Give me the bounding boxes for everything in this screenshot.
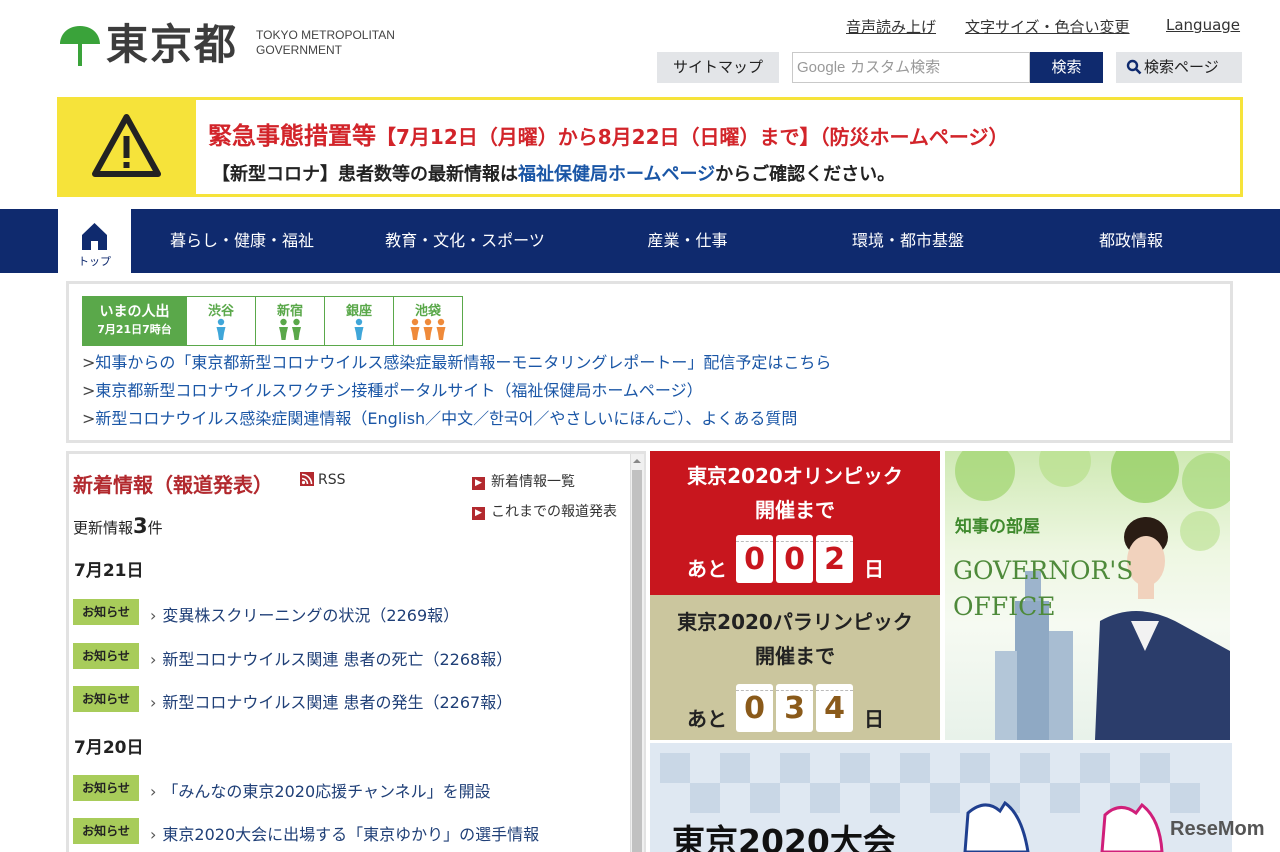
update-count: 更新情報3件 <box>73 514 163 538</box>
nav-item-government[interactable]: 都政情報 <box>1018 209 1244 273</box>
countdown-digit: 0 <box>736 684 773 732</box>
warning-icon <box>92 114 161 177</box>
crowd-area-ikebukuro: 池袋 <box>393 297 462 345</box>
nav-item-industry[interactable]: 産業・仕事 <box>577 209 798 273</box>
logo-text[interactable]: 東京都 <box>106 20 238 70</box>
paralympics-countdown[interactable]: 東京2020パラリンピック 開催まで あと 0 3 4 日 <box>650 595 940 740</box>
people-icons <box>256 318 324 340</box>
governors-office-en: GOVERNOR'S OFFICE <box>953 556 1134 621</box>
news-tag: お知らせ <box>73 643 139 669</box>
alert-title[interactable]: 緊急事態措置等【7月12日（月曜）から8月22日（日曜）まで】（防災ホームページ… <box>208 116 1009 151</box>
news-tag: お知らせ <box>73 686 139 712</box>
arrow-right-icon: ▶ <box>472 477 485 490</box>
news-item[interactable]: › 変異株スクリーニングの状況（2269報） <box>150 602 459 626</box>
nav-item-education[interactable]: 教育・文化・スポーツ <box>353 209 577 273</box>
nav-item-environment[interactable]: 環境・都市基盤 <box>798 209 1018 273</box>
crowd-status-banner[interactable]: いまの人出 7月21日7時台 渋谷 新宿 銀座 池袋 <box>82 296 463 346</box>
crowd-area-shinjuku: 新宿 <box>255 297 324 345</box>
arrow-right-icon: ▶ <box>472 507 485 520</box>
countdown-digit: 0 <box>776 535 813 583</box>
scrollbar-thumb[interactable] <box>632 470 642 852</box>
governors-office-jp: 知事の部屋 <box>955 517 1040 537</box>
welfare-bureau-link[interactable]: 福祉保健局ホームページ <box>518 164 715 185</box>
news-item[interactable]: › 「みんなの東京2020応援チャンネル」を開設 <box>150 778 491 802</box>
crowd-area-ginza: 銀座 <box>324 297 393 345</box>
countdown-digit: 4 <box>816 684 853 732</box>
resemom-watermark: ReseMom <box>1170 818 1265 840</box>
countdown-digit: 2 <box>816 535 853 583</box>
past-press-link[interactable]: ▶ これまでの報道発表 <box>472 501 617 521</box>
people-icons <box>394 318 462 340</box>
people-icons <box>325 318 393 340</box>
rss-link[interactable]: RSS <box>300 472 346 488</box>
news-list-link[interactable]: ▶ 新着情報一覧 <box>472 471 575 491</box>
news-tag: お知らせ <box>73 775 139 801</box>
tokyo-logo-icon[interactable] <box>58 24 102 68</box>
news-date: 7月20日 <box>74 738 144 758</box>
news-date: 7月21日 <box>74 561 144 581</box>
crowd-label: いまの人出 7月21日7時台 <box>83 297 186 345</box>
countdown-digit: 3 <box>776 684 813 732</box>
scroll-up-arrow-icon[interactable] <box>632 456 642 466</box>
people-icons <box>187 318 255 340</box>
nav-home[interactable]: トップ <box>58 209 131 273</box>
news-item[interactable]: › 新型コロナウイルス関連 患者の死亡（2268報） <box>150 646 512 670</box>
news-item[interactable]: › 東京2020大会に出場する「東京ゆかり」の選手情報 <box>150 821 539 845</box>
font-color-settings-link[interactable]: 文字サイズ・色合い変更 <box>965 16 1130 37</box>
news-tag: お知らせ <box>73 599 139 625</box>
logo-english: TOKYO METROPOLITAN GOVERNMENT <box>256 28 395 57</box>
text-to-speech-link[interactable]: 音声読み上げ <box>846 16 936 37</box>
alert-message: 【新型コロナ】患者数等の最新情報は福祉保健局ホームページからご確認ください。 <box>212 164 896 185</box>
games-banner-title: 東京2020大会 <box>672 822 896 852</box>
search-input[interactable]: Google カスタム検索 <box>792 52 1030 83</box>
google-brand: Google <box>797 59 846 76</box>
search-icon <box>1126 59 1142 75</box>
crowd-area-shibuya: 渋谷 <box>186 297 255 345</box>
countdown-digit: 0 <box>736 535 773 583</box>
search-placeholder: カスタム検索 <box>850 58 941 76</box>
covid-related-info-link[interactable]: >新型コロナウイルス感染症関連情報（English／中文／한국어／やさしいにほん… <box>82 405 797 429</box>
sitemap-button[interactable]: サイトマップ <box>657 52 779 83</box>
news-tag: お知らせ <box>73 818 139 844</box>
search-page-button[interactable]: 検索ページ <box>1116 52 1242 83</box>
nav-item-living[interactable]: 暮らし・健康・福祉 <box>131 209 353 273</box>
covid-monitoring-link[interactable]: >知事からの「東京都新型コロナウイルス感染症最新情報ーモニタリングレポートー」配… <box>82 349 831 373</box>
vaccine-portal-link[interactable]: >東京都新型コロナウイルスワクチン接種ポータルサイト（福祉保健局ホームページ） <box>82 377 703 401</box>
rss-icon <box>300 472 314 486</box>
alert-icon-box <box>57 97 196 197</box>
news-item[interactable]: › 新型コロナウイルス関連 患者の発生（2267報） <box>150 689 512 713</box>
olympics-countdown[interactable]: 東京2020オリンピック 開催まで あと 0 0 2 日 <box>650 451 940 595</box>
search-button[interactable]: 検索 <box>1030 52 1103 83</box>
home-icon <box>82 223 107 250</box>
news-title: 新着情報（報道発表） <box>73 473 273 497</box>
language-link[interactable]: Language <box>1166 16 1240 34</box>
